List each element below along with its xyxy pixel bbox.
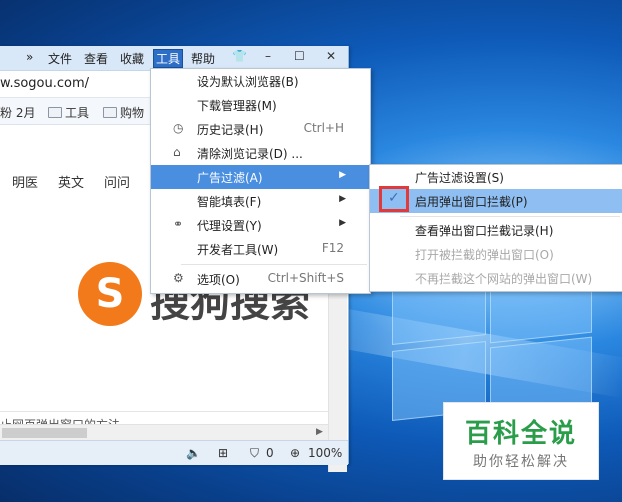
zoom-icon[interactable]: ⊕: [290, 446, 300, 460]
checkmark-highlight: ✓: [379, 186, 409, 212]
chevron-right-icon: ▶: [339, 218, 346, 228]
menu-overflow[interactable]: »: [26, 50, 33, 64]
favorite-folder-shopping[interactable]: 购物: [103, 104, 144, 121]
scroll-right-icon[interactable]: ▶: [316, 427, 323, 437]
menu-item-clear-history[interactable]: ⌂ 清除浏览记录(D) ...: [151, 141, 370, 165]
submenu-item-allow-site: 不再拦截这个网站的弹出窗口(W): [415, 272, 593, 286]
watermark-subtitle: 助你轻松解决: [473, 454, 569, 470]
ad-block-icon[interactable]: ⛉: [250, 446, 259, 461]
menu-view[interactable]: 查看: [84, 50, 108, 67]
close-button[interactable]: ✕: [326, 49, 336, 63]
toolbox-icon[interactable]: ⊞: [218, 446, 228, 460]
link-icon: ⚭: [173, 217, 184, 231]
menu-item-ad-filter[interactable]: 广告过滤(A) ▶: [151, 165, 370, 189]
blocked-count: 0: [266, 446, 274, 460]
folder-icon: [48, 107, 62, 118]
menu-item-set-default[interactable]: 设为默认浏览器(B): [151, 69, 370, 93]
chevron-right-icon: ▶: [339, 194, 346, 204]
submenu-item-view-block-log[interactable]: 查看弹出窗口拦截记录(H): [370, 218, 622, 242]
menu-separator: [181, 264, 367, 265]
menu-item-devtools[interactable]: 开发者工具(W) F12: [151, 237, 370, 261]
menu-favorites[interactable]: 收藏: [120, 50, 144, 67]
menu-tools[interactable]: 工具: [153, 49, 184, 68]
folder-icon: [103, 107, 117, 118]
broom-icon: ⌂: [173, 145, 181, 159]
menu-item-history[interactable]: ◷ 历史记录(H) Ctrl+H: [151, 117, 370, 141]
nav-link-mingyi[interactable]: 明医: [12, 172, 38, 191]
menu-item-smart-fill[interactable]: 智能填表(F) ▶: [151, 189, 370, 213]
submenu-item-open-blocked: 打开被拦截的弹出窗口(O): [415, 248, 554, 262]
status-bar: 🔈 ⊞ ⛉ 0 ⊕ 100%: [0, 440, 348, 465]
menu-help[interactable]: 帮助: [191, 50, 215, 67]
nav-link-wenwen[interactable]: 问问: [104, 172, 130, 191]
clock-icon: ◷: [173, 121, 184, 135]
ad-filter-submenu: 广告过滤设置(S) ✓ 启用弹出窗口拦截(P) 查看弹出窗口拦截记录(H) 打开…: [369, 164, 622, 292]
horizontal-scrollbar[interactable]: ▶: [0, 424, 328, 441]
divider: [0, 411, 328, 412]
address-url[interactable]: w.sogou.com/: [0, 76, 89, 91]
favorite-item[interactable]: 粉 2月: [0, 104, 35, 121]
favorite-folder-tools[interactable]: 工具: [48, 104, 89, 121]
chevron-right-icon: ▶: [339, 170, 346, 180]
nav-link-english[interactable]: 英文: [58, 172, 84, 191]
menu-item-options[interactable]: ⚙ 选项(O) Ctrl+Shift+S: [151, 267, 370, 291]
sogou-logo-icon: S: [78, 262, 142, 326]
zoom-level[interactable]: 100%: [308, 446, 342, 460]
submenu-separator: [400, 216, 620, 217]
submenu-item-enable-popup-block[interactable]: ✓ 启用弹出窗口拦截(P): [370, 186, 622, 213]
watermark-badge: 百科全说 助你轻松解决: [443, 402, 599, 480]
speaker-icon[interactable]: 🔈: [186, 446, 201, 460]
gear-icon: ⚙: [173, 271, 184, 285]
checkmark-icon: ✓: [388, 190, 400, 206]
watermark-title: 百科全说: [464, 419, 577, 449]
menu-item-proxy[interactable]: ⚭ 代理设置(Y) ▶: [151, 213, 370, 237]
scroll-thumb[interactable]: [2, 428, 87, 438]
windows-logo: [392, 254, 592, 426]
maximize-button[interactable]: ☐: [294, 49, 305, 63]
menu-item-download-manager[interactable]: 下载管理器(M): [151, 93, 370, 117]
menu-file[interactable]: 文件: [48, 50, 72, 67]
tools-menu: 设为默认浏览器(B) 下载管理器(M) ◷ 历史记录(H) Ctrl+H ⌂ 清…: [150, 68, 371, 294]
minimize-button[interactable]: –: [265, 49, 271, 63]
skin-icon[interactable]: 👕: [232, 49, 247, 63]
